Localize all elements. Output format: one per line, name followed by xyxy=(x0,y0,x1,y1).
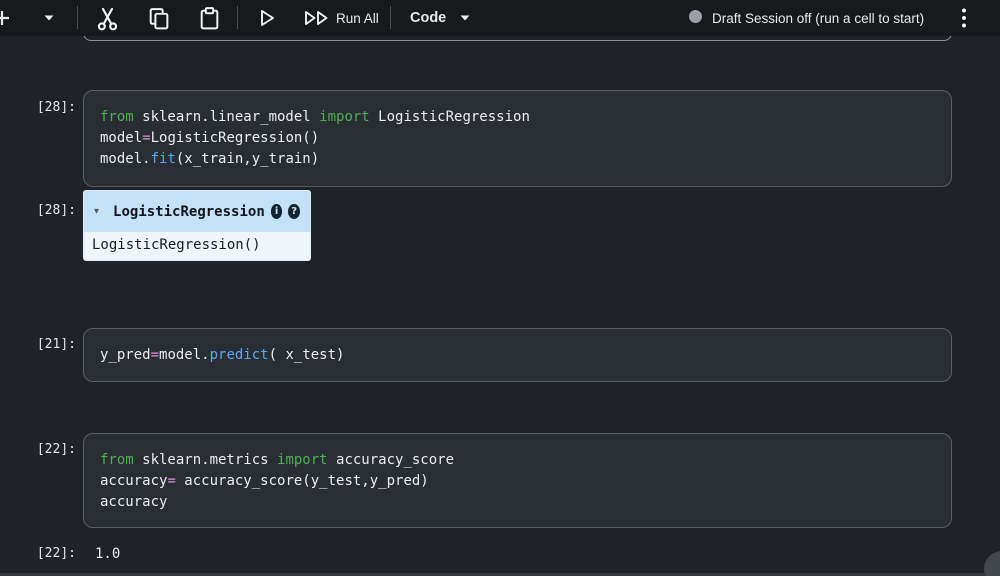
run-cell-button[interactable] xyxy=(252,4,280,32)
execution-count: [22]: xyxy=(36,546,76,561)
toolbar-separator xyxy=(390,6,391,29)
notebook-toolbar: Run All Code Draft Session off (run a ce… xyxy=(0,0,1000,36)
fast-forward-icon xyxy=(305,11,328,25)
help-icon[interactable]: ? xyxy=(288,204,300,219)
run-all-label[interactable]: Run All xyxy=(336,0,379,36)
execution-count: [21]: xyxy=(36,337,76,352)
copy-cell-button[interactable] xyxy=(144,4,172,32)
scissors-icon xyxy=(97,7,117,30)
add-cell-button[interactable] xyxy=(0,7,13,29)
cell-type-select[interactable]: Code xyxy=(410,0,446,36)
code-cell[interactable]: from sklearn.metrics import accuracy_sco… xyxy=(83,433,952,528)
kebab-menu-icon xyxy=(962,8,966,28)
add-cell-dropdown[interactable] xyxy=(40,13,58,23)
run-all-button[interactable] xyxy=(300,4,334,32)
more-options-button[interactable] xyxy=(954,5,974,31)
estimator-header[interactable]: ▾ LogisticRegression i ? xyxy=(84,191,310,232)
cell-type-dropdown[interactable] xyxy=(456,13,474,23)
cell-output-value: 1.0 xyxy=(95,546,121,562)
execution-count: [28]: xyxy=(36,100,76,115)
session-status-text: Draft Session off (run a cell to start) xyxy=(712,10,925,26)
clipboard-icon xyxy=(200,6,218,29)
chevron-down-icon xyxy=(460,15,470,21)
execution-count: [22]: xyxy=(36,442,76,457)
scroll-fab-button[interactable] xyxy=(984,551,1000,576)
paste-cell-button[interactable] xyxy=(195,4,223,32)
info-icon[interactable]: i xyxy=(270,204,283,219)
collapse-toggle-icon[interactable]: ▾ xyxy=(94,206,99,217)
estimator-title: LogisticRegression xyxy=(113,203,265,220)
chevron-down-icon xyxy=(44,15,54,21)
play-icon xyxy=(261,10,274,26)
cut-cell-button[interactable] xyxy=(92,3,122,33)
estimator-output-widget: ▾ LogisticRegression i ? LogisticRegress… xyxy=(83,190,311,261)
session-status-icon xyxy=(689,10,702,23)
code-editor[interactable]: from sklearn.metrics import accuracy_sco… xyxy=(100,450,935,513)
toolbar-separator xyxy=(77,6,78,29)
code-editor[interactable]: from sklearn.linear_model import Logisti… xyxy=(100,107,935,170)
execution-count: [28]: xyxy=(36,203,76,218)
code-editor[interactable]: y_pred=model.predict( x_test) xyxy=(100,345,935,366)
copy-icon xyxy=(149,7,168,29)
plus-icon xyxy=(0,11,9,25)
estimator-repr: LogisticRegression() xyxy=(92,237,261,253)
toolbar-separator xyxy=(237,6,238,29)
code-cell[interactable]: y_pred=model.predict( x_test) xyxy=(83,328,952,382)
code-cell[interactable]: from sklearn.linear_model import Logisti… xyxy=(83,90,952,187)
